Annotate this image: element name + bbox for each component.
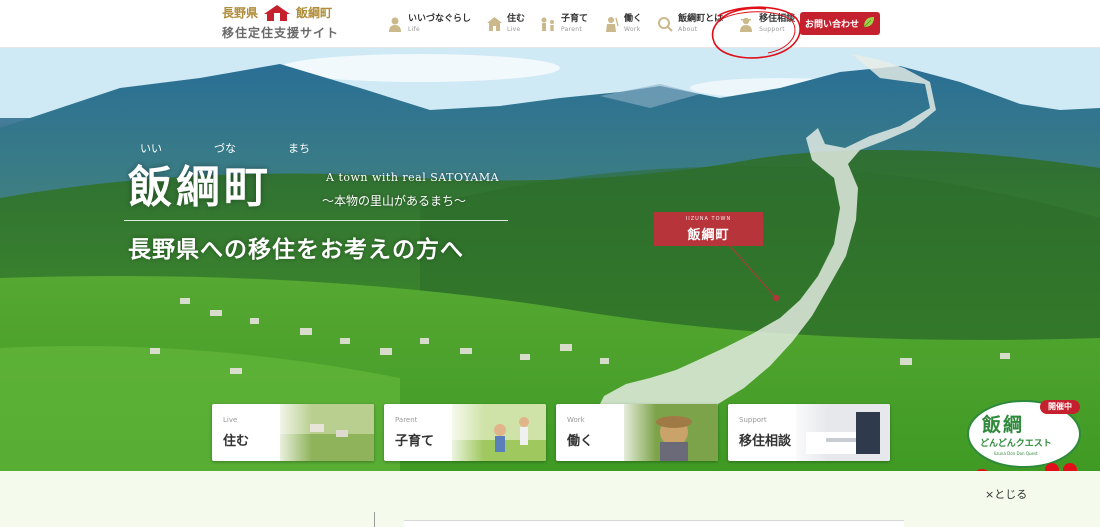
site-header: 長野県 飯綱町 移住定住支援サイト いいづなぐらし Life 住む Live 子… <box>0 0 1100 48</box>
nav-item-life[interactable]: いいづなぐらし Life <box>386 9 471 39</box>
hero-divider <box>124 220 508 221</box>
nav-label: 働く <box>624 14 643 24</box>
nav-item-about[interactable]: 飯綱町とは About <box>656 9 723 39</box>
consultant-icon <box>737 15 755 33</box>
nav-item-support[interactable]: 移住相談 Support <box>737 9 795 39</box>
nav-label: 移住相談 <box>759 14 796 24</box>
banner-divider <box>374 512 375 527</box>
card-support[interactable]: Support 移住相談 <box>728 404 890 461</box>
worker-icon <box>602 15 620 33</box>
quest-en: Iizuna Don Don Quest <box>994 451 1038 456</box>
banner-content-box <box>404 520 904 527</box>
card-work[interactable]: Work 働く <box>556 404 718 461</box>
category-cards: Live 住む Parent 子育て Work 働く Support 移住相談 <box>212 404 890 461</box>
banner-close-button[interactable]: ×とじる <box>985 486 1027 502</box>
hero-tagline-en: A town with real SATOYAMA <box>326 171 500 184</box>
nav-sublabel: About <box>678 26 698 33</box>
logo-house-icon <box>264 4 291 21</box>
map-town-tag: IIZUNA TOWN 飯綱町 <box>654 212 763 246</box>
house-icon <box>485 15 503 33</box>
quest-title: 飯綱 <box>982 414 1025 436</box>
hero-tagline-jp: ～本物の里山があるまち～ <box>322 194 467 208</box>
person-icon <box>386 15 404 33</box>
contact-label: お問い合わせ <box>804 20 859 30</box>
logo-town: 飯綱町 <box>296 6 333 20</box>
nav-label: 子育て <box>561 14 589 24</box>
main-nav: いいづなぐらし Life 住む Live 子育て Parent 働く Work … <box>386 8 809 40</box>
logo-prefecture: 長野県 <box>222 6 259 20</box>
site-logo[interactable]: 長野県 飯綱町 移住定住支援サイト <box>222 4 352 44</box>
family-icon <box>539 15 557 33</box>
quest-open-badge: 開催中 <box>1048 402 1072 411</box>
nav-item-parent[interactable]: 子育て Parent <box>539 9 588 39</box>
nav-sublabel: Parent <box>561 26 583 33</box>
nav-sublabel: Support <box>759 26 785 33</box>
nav-sublabel: Live <box>507 26 521 33</box>
card-live[interactable]: Live 住む <box>212 404 374 461</box>
nav-label: 住む <box>507 14 526 24</box>
hero-banner: いい づな まち 飯綱町 A town with real SATOYAMA ～… <box>0 48 1100 471</box>
quest-subtitle: どんどんクエスト <box>980 439 1052 449</box>
leaf-icon <box>863 16 875 31</box>
quest-badge[interactable]: 開催中 飯綱 どんどんクエスト Iizuna Don Don Quest <box>966 396 1090 471</box>
contact-button[interactable]: お問い合わせ <box>800 12 880 35</box>
nav-item-live[interactable]: 住む Live <box>485 9 525 39</box>
nav-label: 飯綱町とは <box>678 14 724 24</box>
hero-title: 飯綱町 <box>128 162 272 213</box>
nav-sublabel: Life <box>408 26 421 33</box>
nav-item-work[interactable]: 働く Work <box>602 9 642 39</box>
nav-sublabel: Work <box>624 26 641 33</box>
hero-subtitle: 長野県への移住をお考えの方へ <box>128 236 464 263</box>
logo-site-name: 移住定住支援サイト <box>222 26 340 40</box>
bottom-banner <box>0 471 1100 527</box>
card-parent[interactable]: Parent 子育て <box>384 404 546 461</box>
magnifier-icon <box>656 15 674 33</box>
nav-label: いいづなぐらし <box>408 14 472 24</box>
